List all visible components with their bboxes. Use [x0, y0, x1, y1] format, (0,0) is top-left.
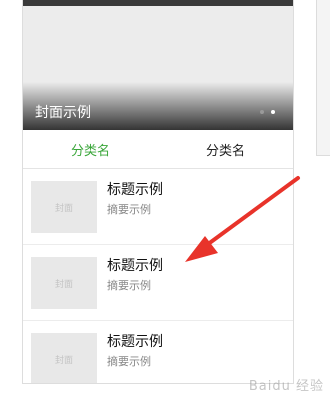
- article-list: 封面 标题示例 摘要示例 封面 标题示例 摘要示例 封面 标题示例 摘要示例: [23, 169, 293, 383]
- cover-thumbnail: 封面: [31, 257, 97, 309]
- category-tabs: 分类名 分类名: [23, 130, 293, 169]
- list-item[interactable]: 封面 标题示例 摘要示例: [23, 169, 293, 245]
- cover-title: 封面示例: [35, 105, 91, 121]
- carousel-dot[interactable]: [260, 110, 264, 114]
- watermark: Baidu 经验: [248, 379, 324, 394]
- tab-category-2[interactable]: 分类名: [158, 130, 293, 168]
- carousel-dot[interactable]: [271, 110, 275, 114]
- cover-thumbnail: 封面: [31, 333, 97, 383]
- phone-preview: 封面示例 分类名 分类名 封面 标题示例 摘要示例 封面 标题示例 摘要示例 封…: [22, 0, 294, 384]
- item-summary: 摘要示例: [107, 279, 151, 292]
- tab-category-1[interactable]: 分类名: [23, 130, 158, 168]
- carousel-dots: [260, 110, 275, 114]
- item-title: 标题示例: [107, 258, 163, 274]
- cover-top-bar: [23, 0, 293, 6]
- thumbnail-label: 封面: [54, 355, 73, 366]
- side-panel: [316, 0, 330, 156]
- thumbnail-label: 封面: [54, 279, 73, 290]
- item-title: 标题示例: [107, 334, 163, 350]
- list-item[interactable]: 封面 标题示例 摘要示例: [23, 245, 293, 321]
- item-title: 标题示例: [107, 182, 163, 198]
- cover-banner[interactable]: 封面示例: [23, 0, 293, 130]
- item-summary: 摘要示例: [107, 355, 151, 368]
- cover-thumbnail: 封面: [31, 181, 97, 233]
- thumbnail-label: 封面: [54, 203, 73, 214]
- item-summary: 摘要示例: [107, 203, 151, 216]
